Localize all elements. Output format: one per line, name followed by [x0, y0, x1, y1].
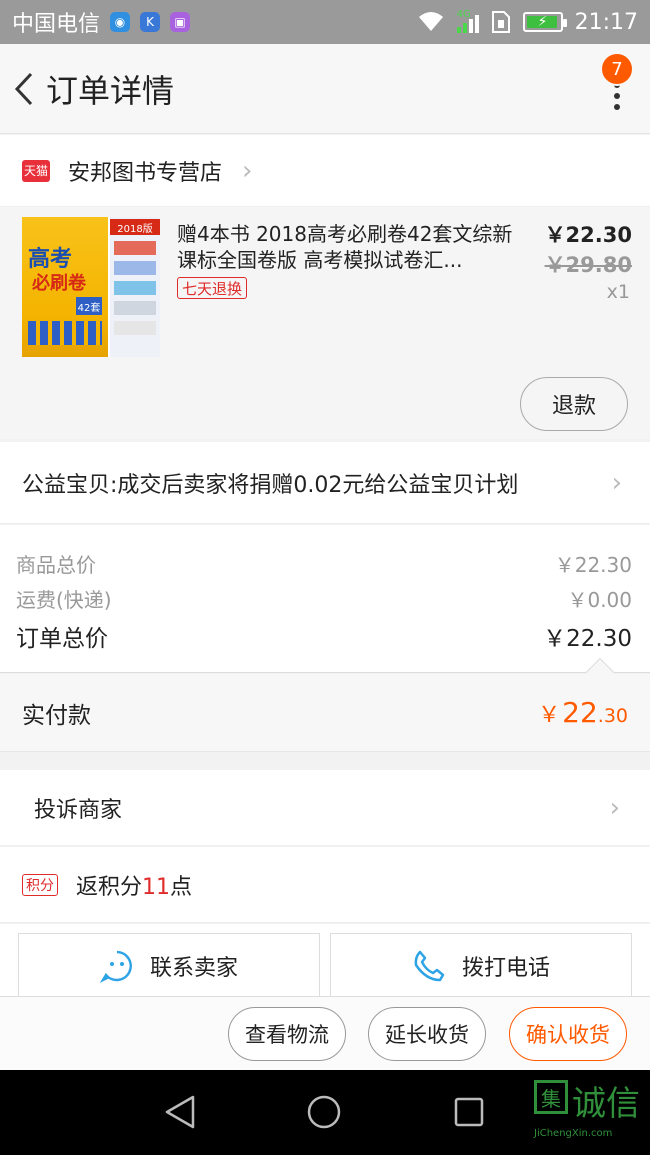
phone-icon	[414, 950, 445, 981]
points-row: 积分 返积分11点	[0, 847, 650, 923]
call-phone-label: 拨打电话	[461, 955, 550, 981]
cover-year: 2018版	[110, 219, 160, 235]
charity-text: 公益宝贝:成交后卖家将捐赠0.02元给公益宝贝计划	[22, 472, 519, 498]
charity-row[interactable]: 公益宝贝:成交后卖家将捐赠0.02元给公益宝贝计划 ›	[0, 442, 650, 524]
back-button[interactable]	[4, 44, 44, 134]
watermark-char: 集	[534, 1080, 568, 1114]
call-phone-button[interactable]: 拨打电话	[330, 933, 632, 997]
points-tag: 积分	[22, 873, 58, 896]
watermark-domain: JiChengXin.com	[534, 1128, 613, 1139]
order-total-row: 订单总价 ￥22.30	[16, 619, 632, 653]
page-title: 订单详情	[46, 71, 175, 110]
points-value: 11	[142, 874, 171, 900]
product-price: ￥22.30	[544, 223, 632, 247]
shop-row[interactable]: 天猫 安邦图书专营店 ›	[0, 135, 650, 207]
points-text: 返积分11点	[76, 869, 192, 901]
product-thumbnail: 高考 必刷卷 42套 2018版	[22, 217, 160, 357]
price-summary: 商品总价 ￥22.30 运费(快递) ￥0.00 订单总价 ￥22.30	[0, 525, 650, 687]
return-policy-tag: 七天退换	[177, 277, 248, 299]
carrier-name: 中国电信	[12, 12, 101, 37]
shop-name: 安邦图书专营店	[68, 160, 223, 186]
contact-bar: 联系卖家 拨打电话	[0, 924, 650, 997]
product-title: 赠4本书 2018高考必刷卷42套文综新课标全国卷版 高考模拟试卷汇...	[177, 222, 513, 272]
battery-icon: ⚡	[522, 12, 567, 32]
amount-integer: 22	[562, 696, 598, 729]
shipping-label: 运费(快递)	[16, 588, 112, 612]
sim-card-icon	[491, 11, 510, 33]
k-app-icon: K	[140, 12, 161, 32]
network-type-label: 4G	[456, 9, 471, 20]
product-item[interactable]: 高考 必刷卷 42套 2018版 赠4本书 2018高考必刷卷42套文综新课标全…	[0, 207, 650, 439]
wifi-icon	[418, 12, 443, 31]
tmall-icon: 天猫	[22, 159, 50, 182]
wifi-app-icon: ◉	[110, 12, 131, 32]
chevron-right-icon: ›	[242, 155, 253, 186]
actual-payment-row: 实付款 ￥ 22 .30	[0, 674, 650, 752]
shipping-value: ￥0.00	[567, 588, 632, 612]
currency-symbol: ￥	[538, 703, 561, 728]
actual-payment-amount: ￥ 22 .30	[538, 696, 628, 729]
recent-apps-icon[interactable]	[453, 1096, 485, 1128]
original-price: ￥29.80	[544, 253, 632, 277]
order-total-value: ￥22.30	[543, 626, 632, 652]
home-circle-icon[interactable]	[306, 1094, 342, 1130]
contact-seller-button[interactable]: 联系卖家	[18, 933, 320, 997]
refund-button[interactable]: 退款	[520, 377, 628, 431]
quantity: x1	[606, 281, 630, 303]
amount-decimal: .30	[597, 705, 628, 727]
shipping-row: 运费(快递) ￥0.00	[16, 584, 632, 613]
points-suffix: 点	[170, 874, 193, 900]
bonus-books-image: 2018版	[110, 217, 160, 357]
watermark-brand: 诚信	[572, 1084, 640, 1124]
cover-title-2: 必刷卷	[32, 273, 86, 294]
system-navigation-bar: 集 诚信 JiChengXin.com	[0, 1070, 650, 1155]
view-logistics-button[interactable]: 查看物流	[228, 1007, 346, 1061]
goods-total-value: ￥22.30	[554, 553, 632, 577]
points-prefix: 返积分	[76, 874, 143, 900]
book-cover-image: 高考 必刷卷 42套	[22, 217, 108, 357]
goods-total-row: 商品总价 ￥22.30	[16, 549, 632, 578]
watermark-logo: 集 诚信 JiChengXin.com	[530, 1076, 648, 1148]
confirm-receipt-button[interactable]: 确认收货	[509, 1007, 627, 1061]
back-triangle-icon[interactable]	[163, 1094, 197, 1130]
extend-receipt-button[interactable]: 延长收货	[368, 1007, 486, 1061]
chevron-right-icon: ›	[609, 792, 620, 823]
notification-badge: 7	[600, 52, 634, 86]
order-action-bar: 查看物流 延长收货 确认收货	[0, 996, 650, 1070]
actual-payment-label: 实付款	[22, 702, 91, 729]
complain-merchant-row[interactable]: 投诉商家 ›	[0, 770, 650, 846]
clock: 21:17	[574, 9, 638, 35]
nav-bar: 订单详情 7	[0, 44, 650, 134]
status-bar: 中国电信 ◉ K ▣ 4G ⚡ 21:17	[0, 0, 650, 44]
complain-label: 投诉商家	[34, 797, 123, 823]
chevron-left-icon	[14, 72, 33, 105]
photo-app-icon: ▣	[170, 12, 191, 32]
chat-bubble-icon	[99, 950, 132, 983]
goods-total-label: 商品总价	[16, 553, 96, 577]
order-total-label: 订单总价	[16, 626, 108, 652]
cover-sets: 42套	[76, 297, 102, 315]
contact-seller-label: 联系卖家	[149, 955, 238, 981]
chevron-right-icon: ›	[611, 467, 622, 498]
signal-icon: 4G	[456, 9, 479, 33]
